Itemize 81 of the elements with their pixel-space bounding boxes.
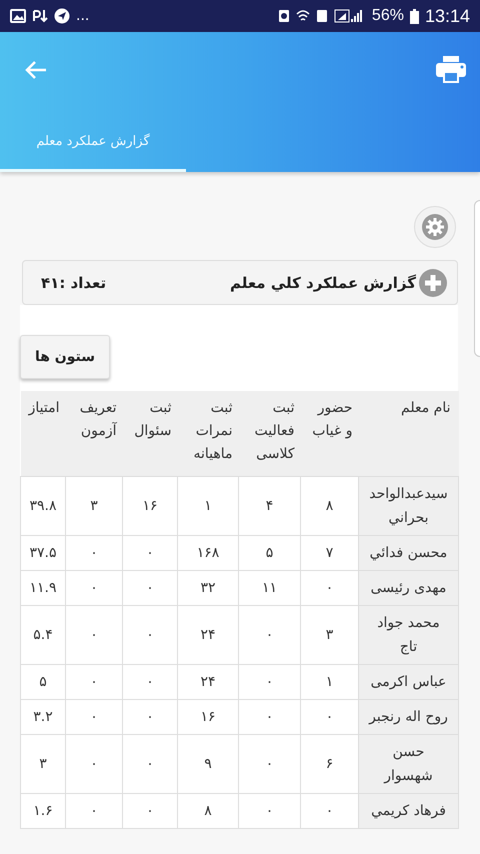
gallery-icon <box>10 9 26 23</box>
table-cell: ۳ <box>300 606 358 664</box>
printer-icon[interactable] <box>436 56 466 84</box>
table-cell: ۱۶۸ <box>178 536 238 570</box>
table-cell: ۰ <box>66 700 122 734</box>
table-cell: ۰ <box>300 794 358 828</box>
table-cell: ۱۱ <box>238 570 300 606</box>
notification-more: ... <box>76 7 90 25</box>
table-cell: ۰ <box>122 700 178 734</box>
table-cell: ۵ <box>238 536 300 570</box>
battery-percent: 56% <box>372 7 404 25</box>
clock: 13:14 <box>424 6 470 26</box>
back-icon[interactable] <box>24 60 48 80</box>
table-cell: ۰ <box>122 794 178 828</box>
column-header: حضور و غیاب <box>300 391 358 476</box>
table-cell: ۳ <box>20 734 66 794</box>
column-header: تعریف آزمون <box>66 391 122 476</box>
table-cell: ۳.۲ <box>20 700 66 734</box>
settings-icon <box>422 214 448 240</box>
table-cell: ۰ <box>122 606 178 664</box>
wifi-icon <box>296 9 310 23</box>
table-cell: ۰ <box>300 570 358 606</box>
table-cell: ۳۷.۵ <box>20 536 66 570</box>
teacher-name: عباس اکرمی <box>358 664 458 700</box>
column-header: ثبت نمرات ماهیانه <box>178 391 238 476</box>
table-cell: ۳ <box>66 476 122 536</box>
table-cell: ۳۲ <box>178 570 238 606</box>
table-cell: ۰ <box>122 570 178 606</box>
table-cell: ۱ <box>300 664 358 700</box>
teacher-name: روح اله رنجبر <box>358 700 458 734</box>
teacher-name: سیدعبدالواحد بحراني <box>358 476 458 536</box>
table-cell: ۱ <box>178 476 238 536</box>
record-count: تعداد :۴۱ <box>41 274 106 292</box>
table-cell: ۱.۶ <box>20 794 66 828</box>
column-header: ثبت سئوال <box>122 391 178 476</box>
column-header: امتیاز <box>20 391 66 476</box>
table-cell: ۰ <box>66 536 122 570</box>
table-cell: ۰ <box>238 606 300 664</box>
table-cell: ۰ <box>122 664 178 700</box>
teacher-name: مهدی رئیسی <box>358 570 458 606</box>
send-icon <box>54 8 70 24</box>
table-cell: ۱۱.۹ <box>20 570 66 606</box>
table-cell: ۰ <box>122 734 178 794</box>
table-cell: ۰ <box>238 794 300 828</box>
teacher-name: فرهاد کریمي <box>358 794 458 828</box>
battery-icon <box>410 8 419 24</box>
table-cell: ۰ <box>66 606 122 664</box>
table-cell: ۰ <box>66 734 122 794</box>
download-icon <box>32 9 48 23</box>
table-cell: ۰ <box>66 794 122 828</box>
table-cell: ۰ <box>238 700 300 734</box>
teacher-name: محمد جواد تاج <box>358 606 458 664</box>
teacher-name: حسن شهسوار <box>358 734 458 794</box>
table-cell: ۰ <box>66 664 122 700</box>
table-cell: ۸ <box>300 476 358 536</box>
table-cell: ۷ <box>300 536 358 570</box>
expand-icon[interactable] <box>419 268 447 296</box>
table-cell: ۵.۴ <box>20 606 66 664</box>
columns-button[interactable]: ستون ها <box>20 335 110 379</box>
table-cell: ۵ <box>20 664 66 700</box>
report-header[interactable]: گزارش عملکرد كلي معلم تعداد :۴۱ <box>22 260 458 305</box>
teacher-name: محسن فدائي <box>358 536 458 570</box>
column-header: ثبت فعالیت کلاسی <box>238 391 300 476</box>
table-cell: ۰ <box>122 536 178 570</box>
table-cell: ۲۴ <box>178 664 238 700</box>
settings-button[interactable] <box>414 206 456 248</box>
table-cell: ۰ <box>238 664 300 700</box>
table-cell: ۳۹.۸ <box>20 476 66 536</box>
table-cell: ۹ <box>178 734 238 794</box>
table-cell: ۰ <box>238 734 300 794</box>
table-cell: ۰ <box>300 700 358 734</box>
table-cell: ۶ <box>300 734 358 794</box>
battery-saver-icon <box>278 9 290 23</box>
table-cell: ۱۶ <box>178 700 238 734</box>
table-cell: ۸ <box>178 794 238 828</box>
table-cell: ۴ <box>238 476 300 536</box>
table-cell: ۱۶ <box>122 476 178 536</box>
table-cell: ۲۴ <box>178 606 238 664</box>
report-title: گزارش عملکرد كلي معلم <box>230 274 416 292</box>
column-header: نام معلم <box>358 391 458 476</box>
table-cell: ۰ <box>66 570 122 606</box>
